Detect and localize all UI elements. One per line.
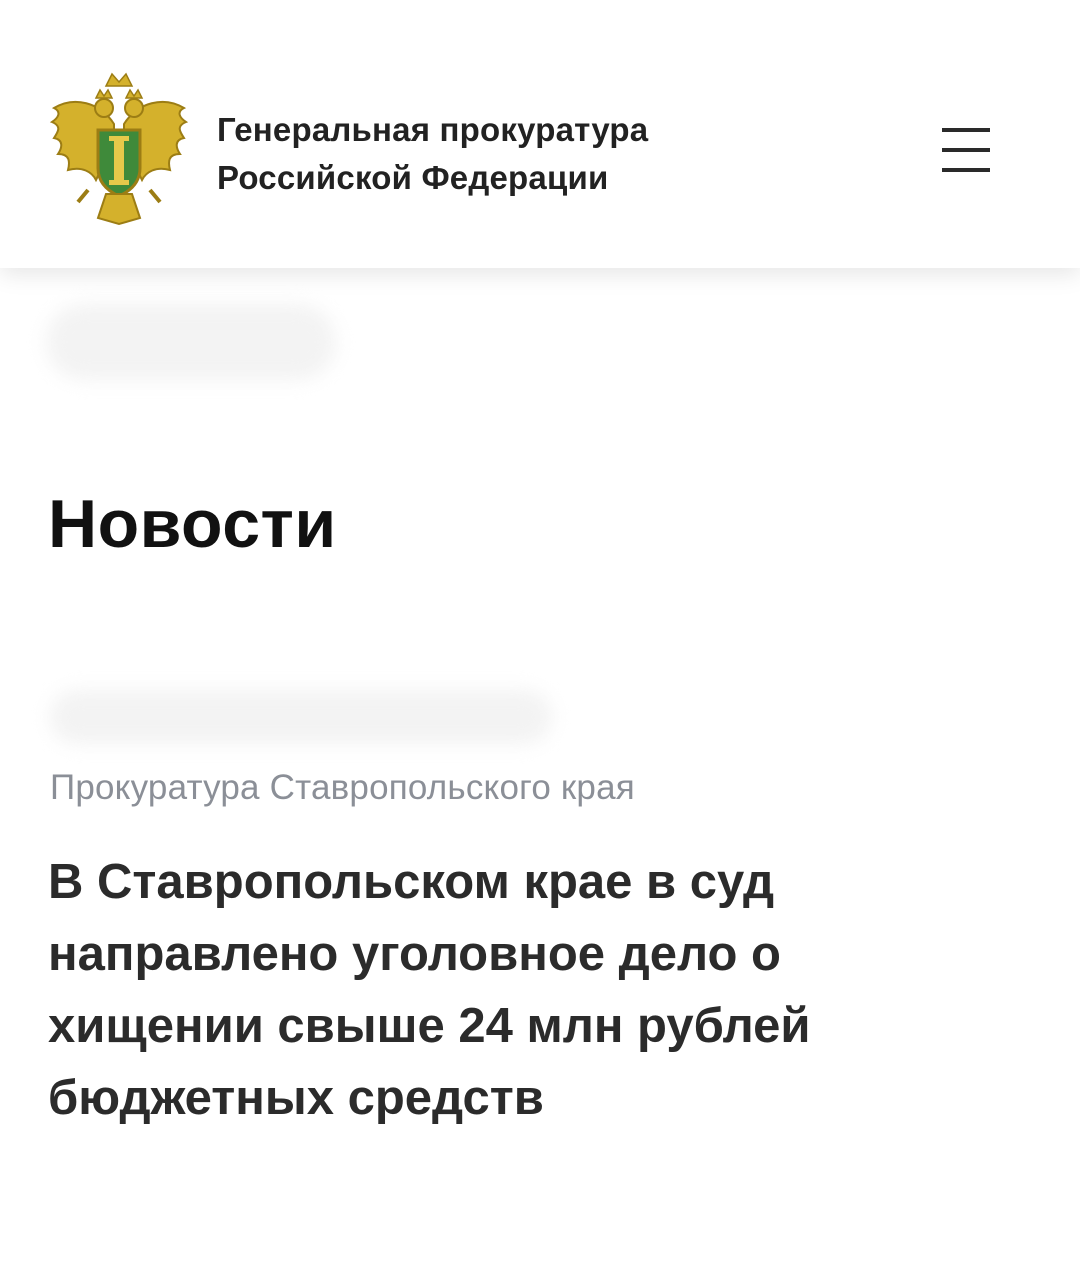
blurred-date: [50, 690, 552, 744]
org-name-line2: Российской Федерации: [217, 159, 609, 196]
menu-bar-top: [942, 128, 990, 132]
org-name[interactable]: Генеральная прокуратура Российской Федер…: [217, 106, 648, 202]
org-name-line1: Генеральная прокуратура: [217, 111, 649, 148]
eagle-emblem-icon[interactable]: [48, 72, 190, 226]
menu-bar-bottom: [942, 168, 990, 172]
news-source[interactable]: Прокуратура Ставропольского края: [50, 768, 635, 808]
menu-bar-middle: [942, 148, 990, 152]
news-headline[interactable]: В Ставропольском крае в суд направлено у…: [48, 846, 948, 1134]
blurred-breadcrumb: [46, 304, 336, 380]
hamburger-menu-icon[interactable]: [940, 128, 992, 174]
page-title: Новости: [48, 486, 337, 562]
site-header: Генеральная прокуратура Российской Федер…: [0, 0, 1080, 268]
